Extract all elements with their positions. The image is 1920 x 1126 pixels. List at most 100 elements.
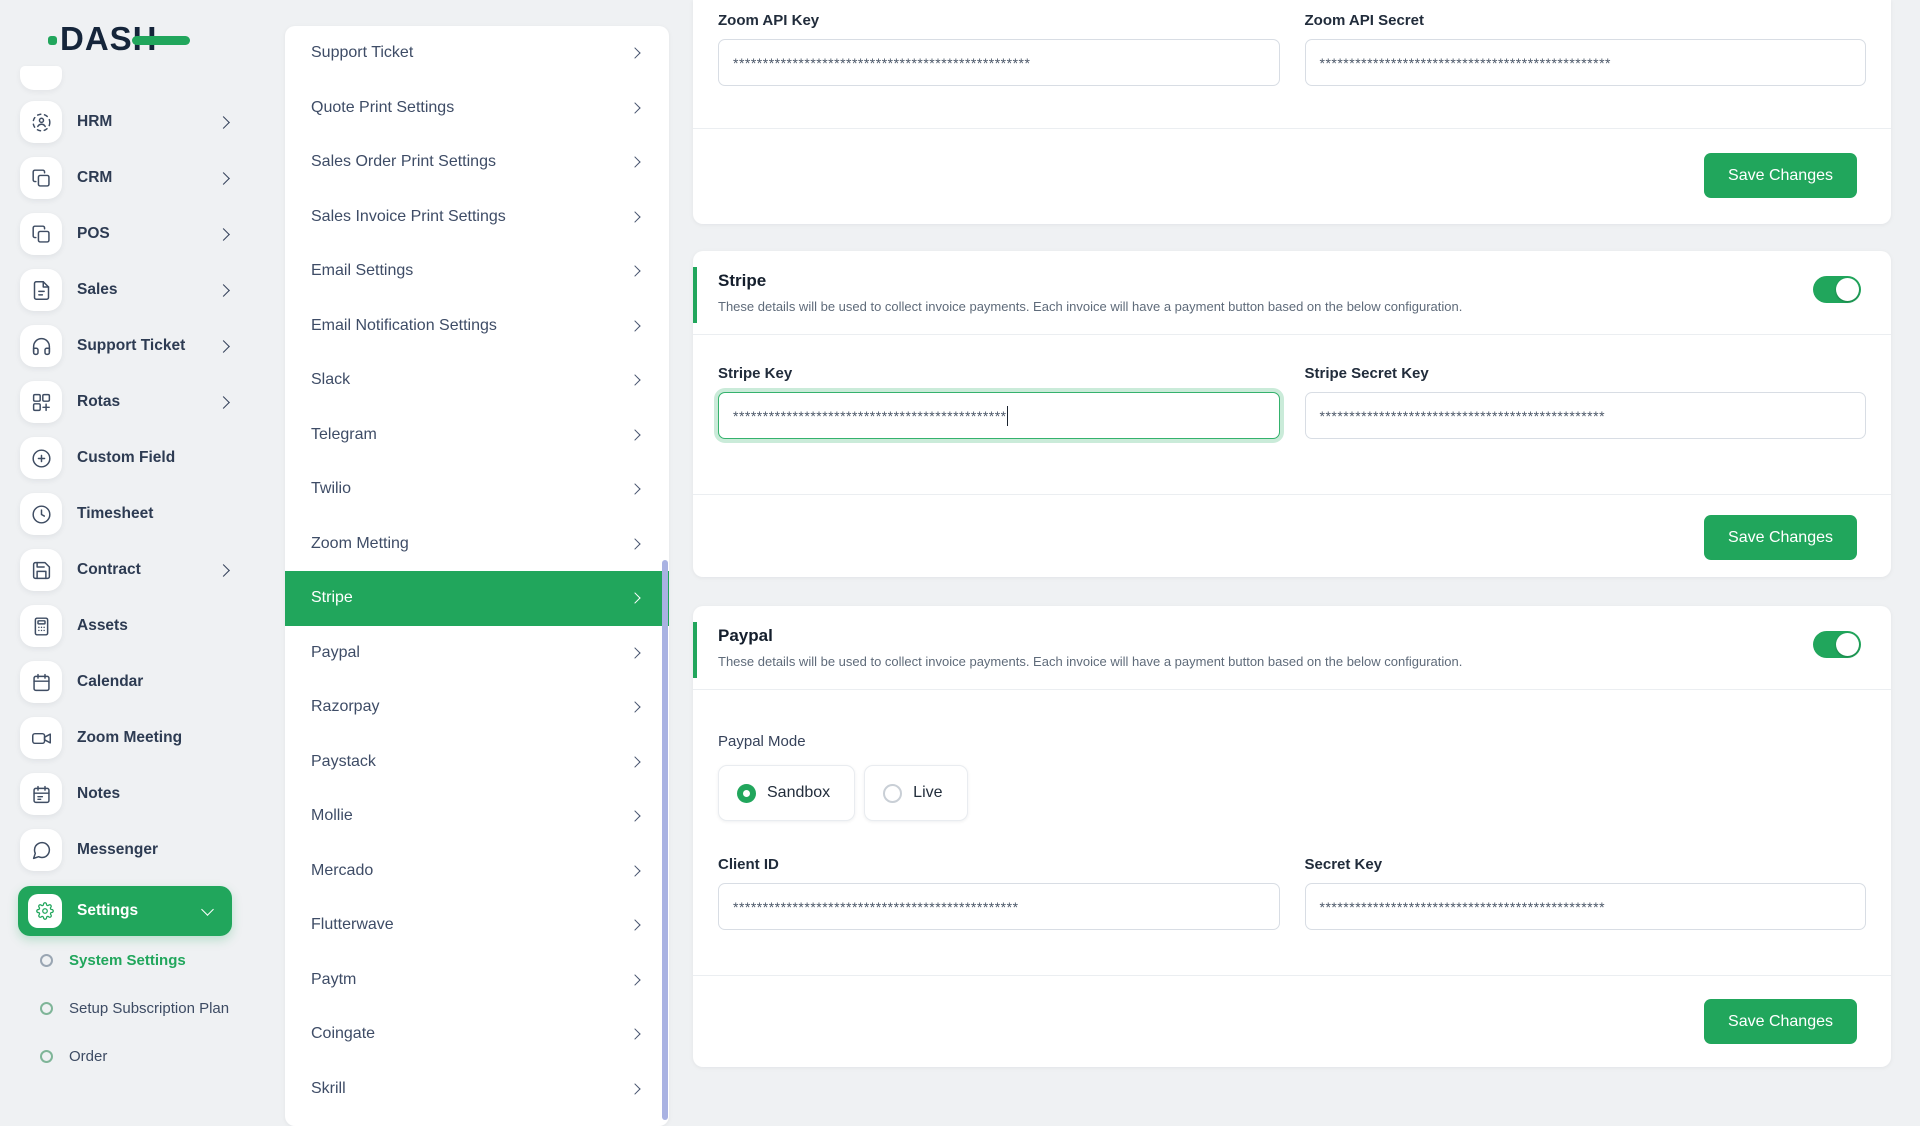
plus-circle-icon: [20, 437, 62, 479]
calendar-icon: [20, 661, 62, 703]
brand-logo[interactable]: DASH: [48, 20, 210, 62]
save-button[interactable]: Save Changes: [1704, 515, 1857, 560]
settings-nav-item-razorpay[interactable]: Razorpay: [285, 680, 669, 735]
settings-nav-item-label: Zoom Metting: [311, 534, 409, 552]
radio-label: Live: [913, 784, 943, 801]
paypal-secret-key-input[interactable]: ****************************************…: [1304, 883, 1866, 930]
settings-nav-item-label: Email Notification Settings: [311, 316, 497, 334]
sidebar-subitem-order[interactable]: Order: [0, 1032, 250, 1080]
sidebar-item-settings[interactable]: Settings: [18, 886, 232, 936]
pos-icon: [20, 213, 62, 255]
radio-label: Sandbox: [767, 784, 831, 801]
sidebar-item-timesheet[interactable]: Timesheet: [0, 486, 250, 542]
sidebar-item-label: Settings: [77, 902, 139, 919]
field-label: Zoom API Secret: [1304, 12, 1424, 29]
sidebar-partial-icon: [20, 66, 62, 90]
chevron-right-icon: [629, 919, 641, 931]
settings-nav-item-email-settings[interactable]: Email Settings: [285, 244, 669, 299]
sidebar-item-assets[interactable]: Assets: [0, 598, 250, 654]
paypal-mode-label: Paypal Mode: [718, 733, 806, 750]
section-description: These details will be used to collect in…: [718, 654, 1463, 669]
sidebar-item-pos[interactable]: POS: [0, 206, 250, 262]
paypal-client-id-field-group: Client ID ******************************…: [718, 856, 1280, 930]
zoom-api-secret-input[interactable]: ****************************************…: [1304, 39, 1866, 86]
sales-icon: [20, 269, 62, 311]
subitem-label: System Settings: [69, 951, 186, 969]
sidebar-item-hrm[interactable]: HRM: [0, 94, 250, 150]
save-button[interactable]: Save Changes: [1704, 999, 1857, 1044]
chat-icon: [20, 829, 62, 871]
sidebar-subitem-system-settings[interactable]: System Settings: [0, 936, 250, 984]
settings-nav-item-support-ticket[interactable]: Support Ticket: [285, 26, 669, 81]
settings-nav-item-skrill[interactable]: Skrill: [285, 1062, 669, 1117]
field-value: ****************************************…: [733, 898, 1019, 915]
save-button[interactable]: Save Changes: [1704, 153, 1857, 198]
chevron-right-icon: [629, 374, 641, 386]
crm-icon: [20, 157, 62, 199]
settings-nav-item-flutterwave[interactable]: Flutterwave: [285, 898, 669, 953]
settings-nav-item-label: Mollie: [311, 807, 353, 825]
settings-nav-item-email-notification-settings[interactable]: Email Notification Settings: [285, 299, 669, 354]
settings-nav-scrollbar[interactable]: [662, 560, 668, 1120]
paypal-client-id-input[interactable]: ****************************************…: [718, 883, 1280, 930]
paypal-enabled-toggle[interactable]: [1813, 631, 1861, 658]
paypal-mode-sandbox-option[interactable]: Sandbox: [718, 765, 856, 821]
sidebar-item-messenger[interactable]: Messenger: [0, 822, 250, 878]
field-label: Stripe Secret Key: [1304, 365, 1429, 382]
stripe-secret-key-input[interactable]: ****************************************…: [1304, 392, 1866, 439]
zoom-api-key-input[interactable]: ****************************************…: [718, 39, 1280, 86]
stripe-enabled-toggle[interactable]: [1813, 276, 1861, 303]
sidebar-item-rotas[interactable]: Rotas: [0, 374, 250, 430]
settings-nav-item-label: Quote Print Settings: [311, 98, 455, 116]
sidebar-item-label: Sales: [77, 281, 118, 298]
settings-nav-item-paystack[interactable]: Paystack: [285, 735, 669, 790]
settings-nav-item-zoom-metting[interactable]: Zoom Metting: [285, 517, 669, 572]
video-icon: [20, 717, 62, 759]
primary-sidebar: DASH HRM CRM POS Sales Support Ticket Rotas Cu…: [0, 0, 250, 1080]
paypal-mode-live-option[interactable]: Live: [864, 765, 968, 821]
bullet-ring-icon: [40, 953, 53, 967]
chevron-right-icon: [217, 339, 230, 353]
section-description: These details will be used to collect in…: [718, 299, 1463, 314]
settings-nav-item-mollie[interactable]: Mollie: [285, 789, 669, 844]
field-label: Zoom API Key: [718, 12, 820, 29]
sidebar-item-custom-field[interactable]: Custom Field: [0, 430, 250, 486]
sidebar-item-sales[interactable]: Sales: [0, 262, 250, 318]
sidebar-item-crm[interactable]: CRM: [0, 150, 250, 206]
zoom-settings-card: Zoom API Key ***************************…: [693, 0, 1891, 224]
subitem-label: Order: [69, 1047, 108, 1065]
settings-nav-item-coingate[interactable]: Coingate: [285, 1007, 669, 1062]
sidebar-item-notes[interactable]: Notes: [0, 766, 250, 822]
gear-icon: [28, 894, 62, 928]
sidebar-item-label: POS: [77, 225, 110, 242]
sidebar-item-support-ticket[interactable]: Support Ticket: [0, 318, 250, 374]
settings-nav-item-label: Support Ticket: [311, 44, 414, 62]
settings-nav-item-mercado[interactable]: Mercado: [285, 844, 669, 899]
settings-nav-item-label: Paystack: [311, 752, 376, 770]
stripe-settings-card: Stripe These details will be used to col…: [693, 251, 1891, 577]
settings-nav-item-sales-invoice-print-settings[interactable]: Sales Invoice Print Settings: [285, 190, 669, 245]
chevron-right-icon: [217, 395, 230, 409]
settings-nav-item-paypal[interactable]: Paypal: [285, 626, 669, 681]
settings-nav-item-telegram[interactable]: Telegram: [285, 408, 669, 463]
sidebar-item-label: Timesheet: [77, 505, 154, 522]
settings-nav-item-twilio[interactable]: Twilio: [285, 462, 669, 517]
stripe-key-input[interactable]: ****************************************…: [718, 392, 1280, 439]
settings-nav-item-stripe[interactable]: Stripe: [285, 571, 669, 626]
settings-nav-item-quote-print-settings[interactable]: Quote Print Settings: [285, 81, 669, 136]
settings-nav-item-sales-order-print-settings[interactable]: Sales Order Print Settings: [285, 135, 669, 190]
sidebar-item-zoom-meeting[interactable]: Zoom Meeting: [0, 710, 250, 766]
stripe-key-field-group: Stripe Key *****************************…: [718, 365, 1280, 439]
chevron-right-icon: [629, 756, 641, 768]
sidebar-item-calendar[interactable]: Calendar: [0, 654, 250, 710]
sidebar-subitem-setup-subscription-plan[interactable]: Setup Subscription Plan: [0, 984, 250, 1032]
chevron-right-icon: [629, 156, 641, 168]
section-accent-bar: [693, 622, 697, 678]
paypal-secret-key-field-group: Secret Key *****************************…: [1304, 856, 1866, 930]
chevron-right-icon: [217, 115, 230, 129]
sidebar-item-contract[interactable]: Contract: [0, 542, 250, 598]
chevron-right-icon: [629, 1028, 641, 1040]
settings-nav-item-paytm[interactable]: Paytm: [285, 953, 669, 1008]
settings-nav-item-label: Slack: [311, 371, 351, 389]
settings-nav-item-slack[interactable]: Slack: [285, 353, 669, 408]
